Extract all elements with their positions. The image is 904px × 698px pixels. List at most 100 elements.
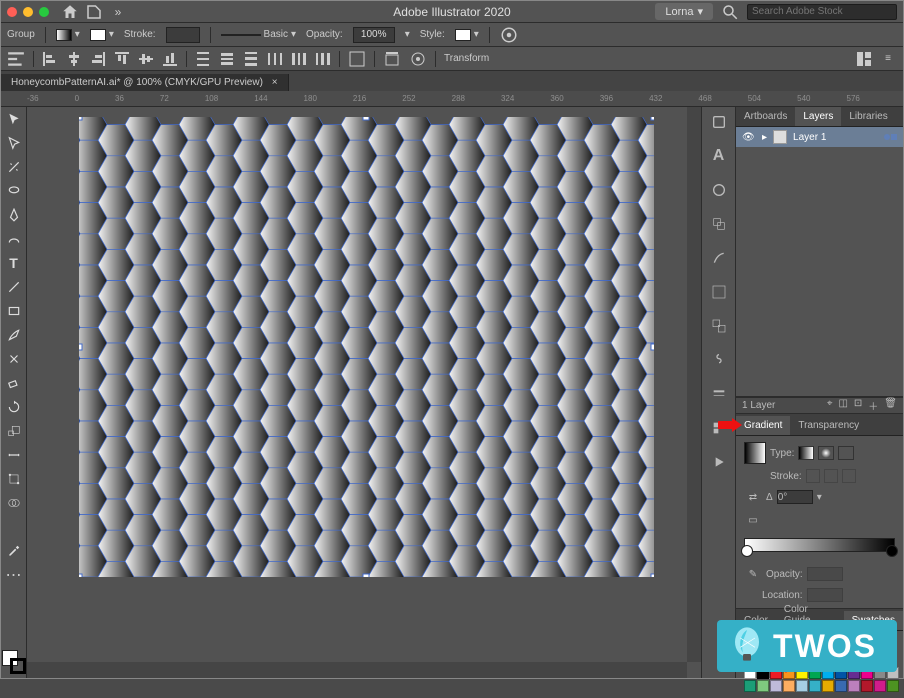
gradient-tool[interactable] [4,517,24,537]
tab-layers[interactable]: Layers [795,107,841,126]
home-icon[interactable] [61,3,79,21]
expand-icon[interactable]: ▸ [762,132,767,143]
width-tool[interactable] [4,445,24,465]
properties-panel-icon[interactable] [708,111,730,133]
align-vbottom[interactable] [162,51,178,67]
scrollbar-vertical[interactable] [687,107,701,662]
rectangle-tool[interactable] [4,301,24,321]
align-to-icon[interactable] [348,50,366,68]
opacity-input[interactable] [353,27,395,43]
document-tab[interactable]: HoneycombPatternAI.ai* @ 100% (CMYK/GPU … [1,74,289,91]
swatch[interactable] [822,680,834,692]
swatch[interactable] [848,680,860,692]
shape-builder-tool[interactable] [4,493,24,513]
swatch[interactable] [874,680,886,692]
swatch[interactable] [796,680,808,692]
fill-swatch-chip[interactable]: ▾ [56,29,80,41]
play-icon[interactable] [708,451,730,473]
type-panel-icon[interactable]: A [708,145,730,167]
line-tool[interactable] [4,277,24,297]
recent-files-icon[interactable] [85,3,103,21]
eraser-tool[interactable] [4,373,24,393]
apply-within-stroke-icon[interactable] [806,469,820,483]
locate-object-icon[interactable]: ⌖ [827,398,833,413]
workspace-switch-icon[interactable] [855,50,873,68]
swatch[interactable] [861,680,873,692]
panel-menu-icon[interactable]: ≡ [879,50,897,68]
gradient-preview[interactable] [744,442,766,464]
shaper-tool[interactable] [4,349,24,369]
magic-wand-tool[interactable] [4,157,24,177]
pen-tool[interactable] [4,205,24,225]
new-sublayer-icon[interactable]: ⊡ [854,398,862,413]
aspect-ratio-icon[interactable]: ▭ [744,511,762,529]
swatch[interactable] [744,680,756,692]
stock-search-input[interactable] [747,4,897,20]
radial-gradient-icon[interactable] [818,446,834,460]
dist-hleft[interactable] [267,51,283,67]
gradient-angle-input[interactable] [777,490,813,504]
fill-stroke-selector[interactable] [2,650,26,674]
rotate-tool[interactable] [4,397,24,417]
reverse-gradient-icon[interactable]: ⇄ [744,488,762,506]
chevron-down-icon[interactable]: ▾ [817,492,822,503]
swatch[interactable] [887,680,899,692]
close-icon[interactable]: × [272,77,278,88]
free-transform-tool[interactable] [4,469,24,489]
dist-vcenter[interactable] [219,51,235,67]
selection-tool[interactable] [4,109,24,129]
appearance-panel-icon[interactable] [708,179,730,201]
align-vtop[interactable] [114,51,130,67]
scrollbar-horizontal[interactable] [27,662,687,678]
symbols-panel-icon[interactable] [708,349,730,371]
lasso-tool[interactable] [4,181,24,201]
new-layer-icon[interactable]: ＋ [868,398,878,413]
tab-libraries[interactable]: Libraries [841,107,895,126]
layer-row[interactable]: 👁 ▸ Layer 1 [736,127,903,147]
transform-panel-icon[interactable] [708,315,730,337]
dist-vbottom[interactable] [243,51,259,67]
dist-hcenter[interactable] [291,51,307,67]
align-hcenter[interactable] [66,51,82,67]
make-clipping-mask-icon[interactable]: ◫ [838,398,847,413]
type-tool[interactable]: T [4,253,24,273]
graphic-style-chip[interactable]: ▾ [455,29,479,41]
align-hleft[interactable] [42,51,58,67]
linear-gradient-icon[interactable] [798,446,814,460]
stroke-panel-icon[interactable] [708,383,730,405]
tab-artboards[interactable]: Artboards [736,107,795,126]
target-icon[interactable] [884,134,890,140]
brush-definition[interactable]: Basic▾ [221,29,296,40]
swatch[interactable] [770,680,782,692]
eyedropper-tool[interactable] [4,541,24,561]
tab-gradient[interactable]: Gradient [736,416,790,435]
tools-overflow[interactable]: ⋯ [4,565,24,585]
tab-transparency[interactable]: Transparency [790,416,867,435]
scale-tool[interactable] [4,421,24,441]
gradient-slider[interactable] [744,538,895,552]
user-menu[interactable]: Lorna ▾ [655,3,713,20]
swatch[interactable] [809,680,821,692]
edit-contents-icon[interactable] [409,50,427,68]
swatch[interactable] [783,680,795,692]
pathfinder-panel-icon[interactable] [708,213,730,235]
transform-label[interactable]: Transform [444,53,489,64]
brushes-panel-icon[interactable] [708,247,730,269]
artboard[interactable] [79,117,654,577]
tab-links[interactable]: Links [896,107,904,126]
stroke-swatch-chip[interactable]: ▾ [90,29,114,41]
swatch[interactable] [835,680,847,692]
canvas[interactable] [27,107,701,678]
isolate-group-icon[interactable] [383,50,401,68]
recolor-icon[interactable] [500,26,518,44]
layer-name[interactable]: Layer 1 [793,132,826,143]
apply-along-stroke-icon[interactable] [824,469,838,483]
visibility-toggle-icon[interactable]: 👁 [742,132,756,143]
dist-vtop[interactable] [195,51,211,67]
paintbrush-tool[interactable] [4,325,24,345]
apply-across-stroke-icon[interactable] [842,469,856,483]
stop-opacity-input[interactable] [807,567,843,581]
curvature-tool[interactable] [4,229,24,249]
direct-selection-tool[interactable] [4,133,24,153]
swatch[interactable] [757,680,769,692]
